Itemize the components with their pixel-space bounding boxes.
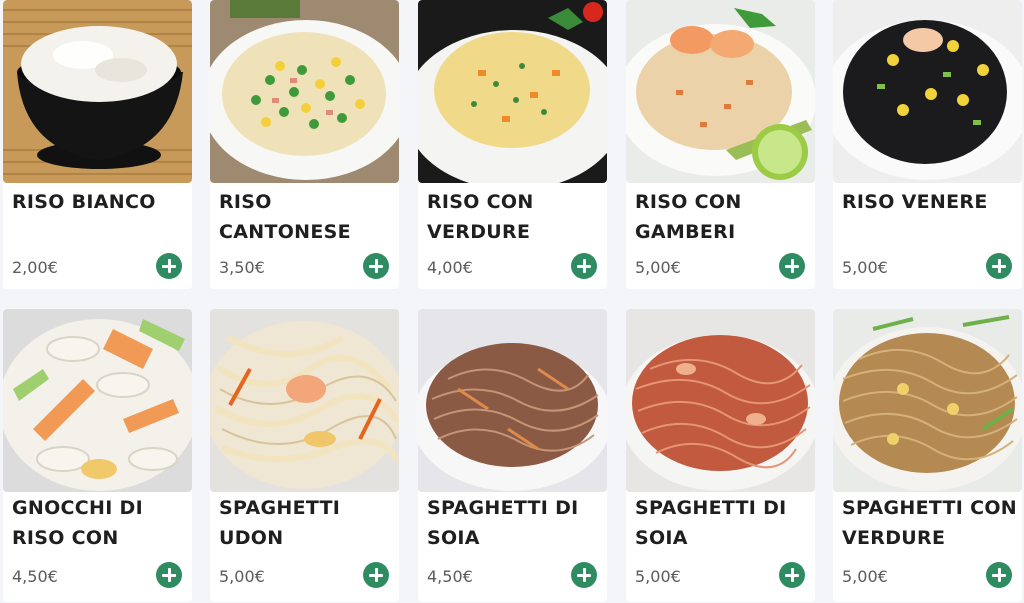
dish-name: RISO CON GAMBERI <box>635 191 742 243</box>
dish-name: SPAGHETTI UDON <box>219 497 341 549</box>
plus-circle-icon[interactable] <box>571 562 597 588</box>
dish-price: 5,00€ <box>219 567 265 586</box>
menu-item-card[interactable]: SPAGHETTI DI SOIA 4,50€ <box>418 309 607 602</box>
dish-name: SPAGHETTI DI SOIA <box>427 497 579 549</box>
dish-image[interactable] <box>626 309 815 492</box>
dish-price: 4,00€ <box>427 258 473 277</box>
plus-circle-icon[interactable] <box>156 253 182 279</box>
menu-item-card[interactable]: SPAGHETTI DI SOIA 5,00€ <box>626 309 815 602</box>
dish-image[interactable] <box>833 0 1022 183</box>
dish-name: GNOCCHI DI RISO CON <box>12 497 143 549</box>
dish-image[interactable] <box>3 309 192 492</box>
plus-circle-icon[interactable] <box>779 562 805 588</box>
dish-name: RISO BIANCO <box>12 191 156 213</box>
dish-price: 3,50€ <box>219 258 265 277</box>
dish-image[interactable] <box>418 0 607 183</box>
dish-name: RISO CON VERDURE <box>427 191 534 243</box>
plus-circle-icon[interactable] <box>571 253 597 279</box>
plus-circle-icon[interactable] <box>363 253 389 279</box>
menu-item-card[interactable]: RISO BIANCO 2,00€ <box>3 0 192 289</box>
plus-circle-icon[interactable] <box>363 562 389 588</box>
dish-name: RISO CANTONESE <box>219 191 351 243</box>
dish-price: 5,00€ <box>635 567 681 586</box>
dish-price: 5,00€ <box>842 258 888 277</box>
dish-price: 4,50€ <box>427 567 473 586</box>
dish-price: 4,50€ <box>12 567 58 586</box>
menu-item-card[interactable]: RISO CON VERDURE 4,00€ <box>418 0 607 289</box>
dish-image[interactable] <box>210 0 399 183</box>
menu-grid: RISO BIANCO 2,00€ RISO CANTONESE 3,50€ R… <box>0 0 1024 603</box>
dish-image[interactable] <box>626 0 815 183</box>
dish-name: RISO VENERE <box>842 191 988 213</box>
dish-price: 5,00€ <box>635 258 681 277</box>
menu-item-card[interactable]: SPAGHETTI UDON 5,00€ <box>210 309 399 602</box>
dish-image[interactable] <box>418 309 607 492</box>
dish-name: SPAGHETTI CON VERDURE <box>842 497 1017 549</box>
plus-circle-icon[interactable] <box>156 562 182 588</box>
dish-image[interactable] <box>3 0 192 183</box>
dish-name: SPAGHETTI DI SOIA <box>635 497 787 549</box>
menu-item-card[interactable]: RISO CON GAMBERI 5,00€ <box>626 0 815 289</box>
menu-item-card[interactable]: SPAGHETTI CON VERDURE 5,00€ <box>833 309 1022 602</box>
plus-circle-icon[interactable] <box>986 562 1012 588</box>
dish-price: 5,00€ <box>842 567 888 586</box>
menu-item-card[interactable]: RISO VENERE 5,00€ <box>833 0 1022 289</box>
dish-price: 2,00€ <box>12 258 58 277</box>
plus-circle-icon[interactable] <box>986 253 1012 279</box>
dish-image[interactable] <box>833 309 1022 492</box>
menu-item-card[interactable]: RISO CANTONESE 3,50€ <box>210 0 399 289</box>
dish-image[interactable] <box>210 309 399 492</box>
menu-item-card[interactable]: GNOCCHI DI RISO CON 4,50€ <box>3 309 192 602</box>
plus-circle-icon[interactable] <box>779 253 805 279</box>
